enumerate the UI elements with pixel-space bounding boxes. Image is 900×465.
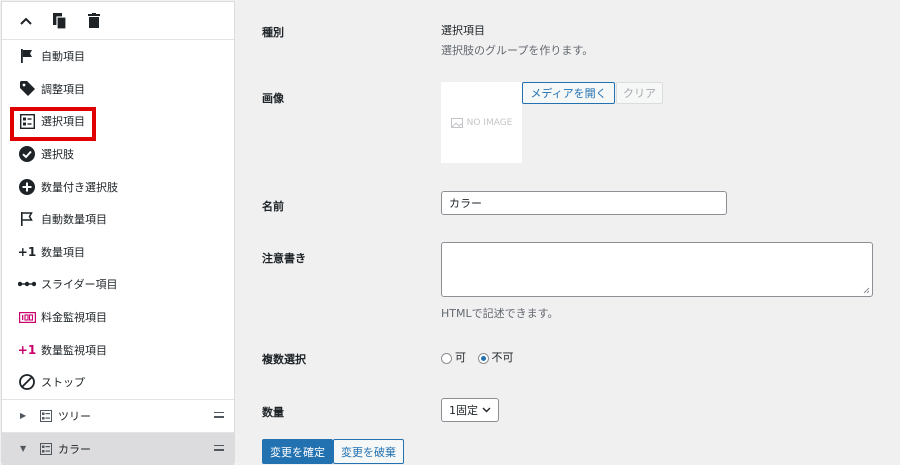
menu-item-auto-quantity[interactable]: 自動数量項目 — [2, 203, 234, 236]
list-box-icon — [40, 409, 52, 422]
caret-right-icon[interactable]: ▶ — [20, 411, 30, 420]
tag-icon — [18, 80, 36, 98]
quantity-select-value: 1固定 — [449, 404, 478, 417]
check-circle-icon — [18, 145, 36, 163]
type-label: 種別 — [262, 26, 284, 39]
radio-button[interactable] — [441, 352, 452, 364]
multi-select-label: 複数選択 — [262, 353, 306, 366]
menu-item-label: 自動数量項目 — [41, 213, 107, 227]
multi-select-options: 可 不可 — [441, 349, 514, 365]
quantity-label: 数量 — [262, 406, 284, 419]
sidebar-toolbar — [2, 2, 234, 40]
menu-item-quantity-monitor[interactable]: +1 数量監視項目 — [2, 333, 234, 366]
menu-item-quantity-choice[interactable]: 数量付き選択肢 — [2, 170, 234, 203]
list-box-icon — [40, 442, 52, 455]
tree-row-color[interactable]: ▼ カラー — [2, 431, 234, 465]
menu-item-label: 自動項目 — [41, 50, 85, 64]
counter-icon — [18, 308, 36, 326]
note-hint: HTMLで記述できます。 — [441, 307, 559, 320]
open-media-button[interactable]: メディアを開く — [522, 82, 615, 104]
type-value: 選択項目 — [441, 24, 485, 37]
discard-changes-button[interactable]: 変更を破棄 — [333, 439, 404, 464]
note-label: 注意書き — [262, 252, 306, 265]
stop-icon — [18, 373, 36, 391]
menu-item-slider[interactable]: スライダー項目 — [2, 268, 234, 301]
menu-item-label: 数量付き選択肢 — [41, 180, 118, 194]
radio-option-no[interactable]: 不可 — [477, 351, 514, 364]
menu-item-label: 数量項目 — [41, 245, 85, 259]
radio-label: 可 — [455, 351, 466, 364]
image-placeholder-icon — [450, 117, 463, 128]
slider-dots-icon — [18, 275, 36, 293]
item-settings-form: 種別 選択項目 選択肢のグループを作ります。 画像 NO IMAGE メディアを… — [262, 0, 900, 464]
item-type-list: 自動項目 調整項目 選択項目 選択肢 数量付き選択肢 自動数量項目 +1 数量項… — [2, 40, 234, 399]
sidebar-panel: 自動項目 調整項目 選択項目 選択肢 数量付き選択肢 自動数量項目 +1 数量項… — [1, 1, 235, 465]
menu-item-label: 調整項目 — [41, 82, 85, 96]
flag-outline-icon — [18, 210, 36, 228]
menu-item-price-monitor[interactable]: 料金監視項目 — [2, 301, 234, 334]
copy-icon[interactable] — [52, 12, 68, 29]
drag-handle-icon[interactable] — [214, 411, 224, 421]
name-input[interactable]: カラー — [441, 191, 727, 215]
menu-item-label: 数量監視項目 — [41, 343, 107, 357]
plus-one-icon: +1 — [17, 244, 37, 259]
menu-item-adjust[interactable]: 調整項目 — [2, 73, 234, 106]
plus-circle-icon — [18, 178, 36, 196]
caret-down-icon[interactable]: ▼ — [20, 444, 30, 453]
confirm-changes-button[interactable]: 変更を確定 — [262, 439, 333, 464]
drag-handle-icon[interactable] — [214, 444, 224, 454]
chevron-down-icon — [482, 407, 491, 413]
plus-one-pink-icon: +1 — [17, 342, 37, 357]
quantity-select[interactable]: 1固定 — [441, 398, 499, 422]
tree-row-tree[interactable]: ▶ ツリー — [2, 398, 234, 432]
menu-item-choice[interactable]: 選択肢 — [2, 138, 234, 171]
trash-icon[interactable] — [86, 13, 102, 29]
menu-item-quantity[interactable]: +1 数量項目 — [2, 236, 234, 269]
radio-button[interactable] — [477, 352, 489, 364]
menu-item-label: 選択肢 — [41, 148, 74, 162]
menu-item-stop[interactable]: ストップ — [2, 366, 234, 399]
flag-icon — [18, 47, 36, 65]
resize-handle-icon[interactable] — [863, 287, 870, 294]
radio-label: 不可 — [491, 351, 514, 364]
type-description: 選択肢のグループを作ります。 — [441, 44, 594, 57]
tree-row-label: ツリー — [58, 409, 91, 423]
no-image-text: NO IMAGE — [466, 117, 513, 128]
menu-item-label: 料金監視項目 — [41, 311, 107, 325]
menu-item-label: ストップ — [41, 376, 85, 390]
image-preview: NO IMAGE — [441, 82, 522, 163]
name-input-value: カラー — [449, 197, 482, 210]
image-label: 画像 — [262, 92, 284, 105]
clear-button[interactable]: クリア — [616, 82, 663, 104]
name-label: 名前 — [262, 200, 284, 213]
tree-row-label: カラー — [58, 442, 91, 456]
radio-option-yes[interactable]: 可 — [441, 351, 466, 364]
menu-item-auto[interactable]: 自動項目 — [2, 40, 234, 73]
menu-item-select[interactable]: 選択項目 — [2, 105, 234, 142]
note-textarea[interactable] — [441, 242, 873, 297]
menu-item-label: 選択項目 — [41, 115, 85, 129]
chevron-up-icon[interactable] — [18, 13, 34, 29]
menu-item-label: スライダー項目 — [41, 278, 118, 292]
list-box-icon — [18, 112, 36, 130]
